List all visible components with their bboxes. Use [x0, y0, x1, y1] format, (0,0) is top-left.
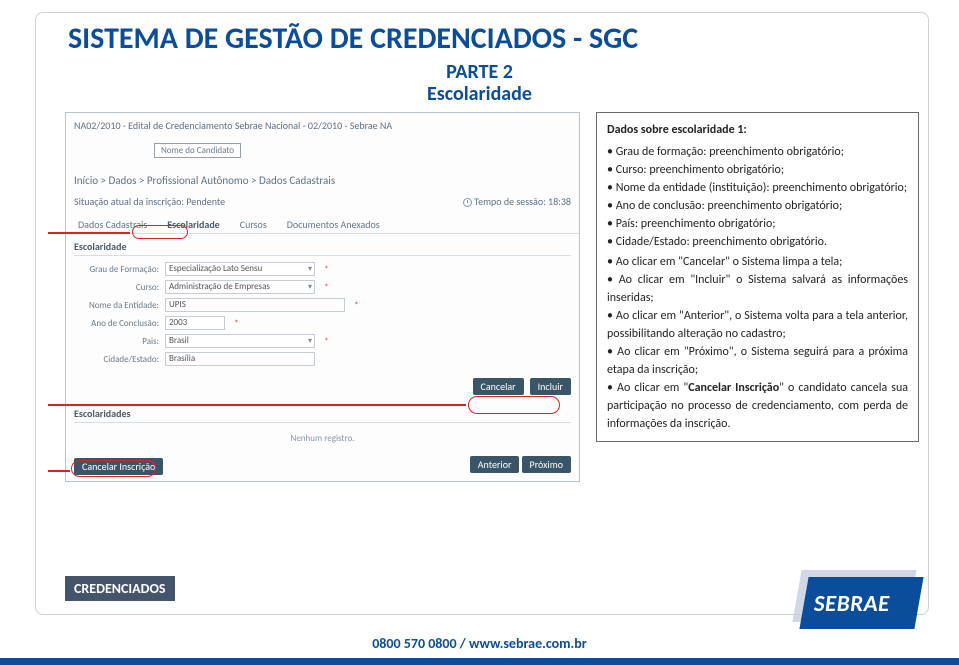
ano-input[interactable]: 2003: [165, 316, 225, 330]
form-escolaridade: Grau de Formação: Especialização Lato Se…: [66, 258, 579, 374]
required-icon: *: [324, 282, 328, 293]
tab-documentos[interactable]: Documentos Anexados: [283, 216, 384, 233]
edital-label: NA02/2010 - Edital de Credenciamento Seb…: [66, 113, 579, 134]
pais-label: Pais:: [74, 336, 159, 347]
proximo-button[interactable]: Próximo: [522, 456, 571, 473]
footer-separator: /: [457, 635, 469, 652]
info-item: Ao clicar em "Próximo", o Sistema seguir…: [607, 343, 908, 379]
info-item: País: preenchimento obrigatório;: [607, 215, 908, 233]
footer-url: www.sebrae.com.br: [469, 635, 587, 652]
info-list-2: Ao clicar em "Cancelar" o Sistema limpa …: [607, 253, 908, 433]
curso-select[interactable]: Administração de Empresas: [165, 280, 315, 294]
info-item: Ao clicar em "Cancelar" o Sistema limpa …: [607, 253, 908, 271]
highlight-cancelar-inscricao: [71, 460, 156, 477]
screenshot-panel: NA02/2010 - Edital de Credenciamento Seb…: [65, 112, 580, 482]
credenciados-badge: CREDENCIADOS: [65, 576, 175, 601]
entidade-input[interactable]: UPIS: [165, 298, 345, 312]
incluir-button[interactable]: Incluir: [530, 378, 571, 395]
required-icon: *: [234, 318, 238, 329]
footer-bar: [0, 658, 959, 665]
session-time: Tempo de sessão: 18:38: [463, 195, 571, 208]
pais-select[interactable]: Brasil: [165, 334, 315, 348]
info-item: Ao clicar em "Anterior", o Sistema volta…: [607, 307, 908, 343]
entidade-label: Nome da Entidade:: [74, 300, 159, 311]
grau-label: Grau de Formação:: [74, 264, 159, 275]
clock-icon: [463, 198, 472, 207]
tab-cursos[interactable]: Cursos: [236, 216, 271, 233]
page-title: SISTEMA DE GESTÃO DE CREDENCIADOS - SGC: [68, 20, 638, 57]
info-item: Ano de conclusão: preenchimento obrigató…: [607, 197, 908, 215]
grau-select[interactable]: Especialização Lato Sensu: [165, 262, 315, 276]
info-item: Nome da entidade (instituição): preenchi…: [607, 179, 908, 197]
required-icon: *: [324, 264, 328, 275]
highlight-buttons: [468, 396, 560, 414]
logo-text: SEBRAE: [814, 590, 890, 618]
anterior-button[interactable]: Anterior: [470, 456, 520, 473]
info-item: Ao clicar em "Incluir" o Sistema salvará…: [607, 271, 908, 307]
info-box: Dados sobre escolaridade 1: Grau de form…: [596, 112, 919, 442]
curso-label: Curso:: [74, 282, 159, 293]
info-item: Cidade/Estado: preenchimento obrigatório…: [607, 233, 908, 251]
cidade-input[interactable]: Brasília: [165, 352, 315, 366]
page-subtitle-2: Escolaridade: [0, 82, 959, 106]
info-heading: Dados sobre escolaridade 1:: [607, 121, 908, 139]
highlight-escolaridade-tab: [132, 225, 188, 239]
breadcrumb: Início > Dados > Profissional Autônomo >…: [66, 170, 579, 191]
arrow-indicator-2: [48, 404, 466, 406]
required-icon: *: [354, 300, 358, 311]
page-subtitle-1: PARTE 2: [0, 60, 959, 84]
cancelar-button[interactable]: Cancelar: [473, 378, 524, 395]
info-item: Curso: preenchimento obrigatório;: [607, 161, 908, 179]
empty-state: Nenhum registro.: [66, 425, 579, 452]
arrow-indicator-3: [48, 470, 70, 472]
sebrae-logo: SEBRAE: [799, 577, 919, 647]
section-escolaridade: Escolaridade: [74, 240, 571, 256]
inscricao-status: Situação atual da inscrição: Pendente: [74, 195, 225, 208]
required-icon: *: [324, 336, 328, 347]
footer-phone: 0800 570 0800: [372, 635, 456, 652]
cidade-label: Cidade/Estado:: [74, 354, 159, 365]
info-item: Ao clicar em "Cancelar Inscrição" o cand…: [607, 379, 908, 433]
ano-label: Ano de Conclusão:: [74, 318, 159, 329]
candidate-name-box: Nome do Candidato: [154, 143, 241, 158]
info-item: Grau de formação: preenchimento obrigató…: [607, 143, 908, 161]
arrow-indicator-1: [48, 232, 130, 234]
info-list-1: Grau de formação: preenchimento obrigató…: [607, 143, 908, 251]
